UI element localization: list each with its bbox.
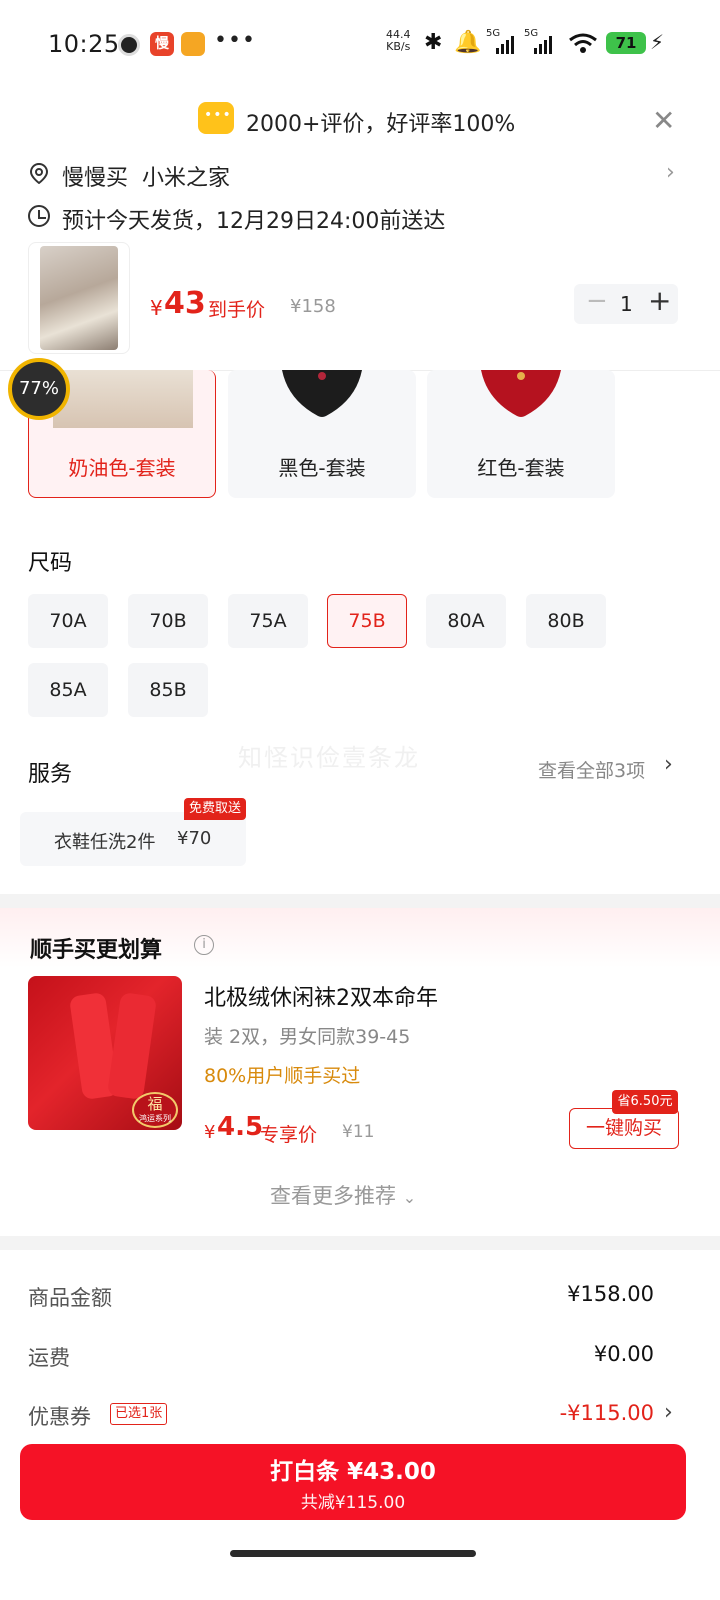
- bell-silent-icon: 🔔: [454, 30, 482, 55]
- service-free-pickup-badge: 免费取送: [184, 798, 246, 820]
- size-option-80b[interactable]: 80B: [526, 594, 606, 648]
- signal-bars-icon: [496, 36, 514, 54]
- color-option-label: 黑色-套装: [278, 456, 366, 480]
- color-swatch-image: [481, 370, 561, 417]
- color-swatch-image: [53, 370, 193, 428]
- addon-original-price: ¥11: [342, 1122, 375, 1142]
- signal-bars-icon-2: [534, 36, 552, 54]
- wifi-icon: [569, 33, 597, 53]
- final-price-tag: 到手价: [208, 299, 266, 321]
- service-option-price: ¥70: [177, 828, 212, 849]
- chevron-down-icon: ⌄: [402, 1188, 417, 1207]
- addon-section-title: 顺手买更划算: [30, 938, 163, 963]
- fortune-badge-sub: 鸿运系列: [139, 1114, 171, 1123]
- size-option-85a[interactable]: 85A: [28, 663, 108, 717]
- savings-badge: 省6.50元: [612, 1090, 678, 1114]
- clock-app-icon: [118, 34, 140, 56]
- color-option-red[interactable]: 红色-套装: [427, 370, 615, 498]
- coupon-value[interactable]: -¥115.00: [494, 1401, 654, 1425]
- size-option-80a[interactable]: 80A: [426, 594, 506, 648]
- home-indicator[interactable]: [230, 1550, 476, 1557]
- color-option-black[interactable]: 黑色-套装: [228, 370, 416, 498]
- review-chat-icon: [198, 102, 234, 134]
- see-more-recommendations[interactable]: 查看更多推荐 ⌄: [270, 1180, 416, 1210]
- section-divider: [0, 894, 720, 908]
- section-divider: [0, 1236, 720, 1250]
- price-symbol: ¥: [150, 296, 163, 320]
- size-option-85b[interactable]: 85B: [128, 663, 208, 717]
- pay-with-baitiao-button[interactable]: 打白条 ¥43.00 共减¥115.00: [20, 1444, 686, 1520]
- size-section-title: 尺码: [28, 551, 73, 576]
- color-option-label: 红色-套装: [477, 456, 565, 480]
- product-thumbnail[interactable]: [40, 246, 118, 350]
- address-name: 小米之家: [142, 166, 231, 191]
- shipping-estimate: 预计今天发货，12月29日24:00前送达: [62, 209, 446, 234]
- review-summary[interactable]: 2000+评价，好评率100%: [246, 106, 515, 138]
- service-option-name: 衣鞋任洗2件: [54, 832, 156, 853]
- goods-amount-value: ¥158.00: [567, 1282, 654, 1306]
- addon-product-spec: 装 2双，男女同款39-45: [204, 1026, 411, 1048]
- notes-app-icon: [181, 32, 205, 56]
- size-option-75a[interactable]: 75A: [228, 594, 308, 648]
- goods-amount-label: 商品金额: [28, 1286, 112, 1310]
- addon-product-promo: 80%用户顺手买过: [204, 1065, 361, 1087]
- service-section-title: 服务: [28, 762, 73, 787]
- address-shop: 慢慢买: [62, 166, 129, 191]
- manmanmai-app-icon: 慢: [150, 32, 174, 56]
- bluetooth-icon: ✱: [424, 30, 443, 55]
- chevron-right-icon[interactable]: ›: [666, 160, 675, 185]
- charging-icon: ⚡: [650, 30, 665, 54]
- info-icon[interactable]: i: [194, 935, 214, 955]
- network-speed: 44.4 KB/s: [386, 29, 411, 53]
- close-icon[interactable]: ✕: [652, 104, 675, 137]
- battery-indicator: 71: [606, 32, 646, 54]
- addon-price-symbol: ¥: [204, 1122, 216, 1143]
- quantity-value[interactable]: 1: [620, 292, 633, 316]
- watermark: 知怪识俭壹条龙: [238, 744, 420, 772]
- shipping-fee-value: ¥0.00: [593, 1342, 654, 1366]
- plus-icon[interactable]: +: [648, 284, 671, 317]
- one-click-buy-button[interactable]: 一键购买: [569, 1108, 679, 1149]
- original-price: ¥158: [290, 296, 336, 317]
- status-time: 10:25: [48, 30, 120, 58]
- delivery-address[interactable]: 慢慢买 小米之家: [62, 160, 230, 192]
- coupon-selected-badge: 已选1张: [110, 1403, 168, 1425]
- shipping-fee-label: 运费: [28, 1346, 70, 1370]
- clock-icon: [28, 205, 50, 227]
- minus-icon[interactable]: −: [586, 286, 608, 316]
- size-option-70b[interactable]: 70B: [128, 594, 208, 648]
- size-option-75b[interactable]: 75B: [327, 594, 407, 648]
- addon-product-name[interactable]: 北极绒休闲袜2双本命年: [204, 980, 438, 1012]
- see-more-label: 查看更多推荐: [270, 1184, 396, 1208]
- location-pin-icon: [29, 162, 49, 184]
- pay-button-sub-label: 共减¥115.00: [300, 1493, 406, 1513]
- color-swatch-image: [282, 370, 362, 417]
- chevron-right-icon[interactable]: ›: [664, 1400, 673, 1425]
- more-notifications-icon: •••: [214, 28, 256, 53]
- scroll-progress-badge: 77%: [8, 358, 70, 420]
- fortune-badge: 福 鸿运系列: [132, 1092, 178, 1128]
- addon-product-image[interactable]: 福 鸿运系列: [28, 976, 182, 1130]
- color-option-label: 奶油色-套装: [68, 456, 176, 480]
- fortune-badge-text: 福: [147, 1095, 163, 1113]
- see-all-services-link[interactable]: 查看全部3项: [538, 756, 645, 783]
- addon-price: 4.5: [217, 1112, 264, 1142]
- sock-shape: [106, 992, 158, 1100]
- pay-button-main-label: 打白条 ¥43.00: [270, 1459, 436, 1485]
- addon-price-tag: 专享价: [260, 1124, 318, 1146]
- final-price: 43: [164, 286, 206, 321]
- coupon-label: 优惠券: [28, 1405, 91, 1429]
- network-speed-unit: KB/s: [386, 40, 411, 53]
- size-option-70a[interactable]: 70A: [28, 594, 108, 648]
- chevron-right-icon[interactable]: ›: [664, 752, 673, 777]
